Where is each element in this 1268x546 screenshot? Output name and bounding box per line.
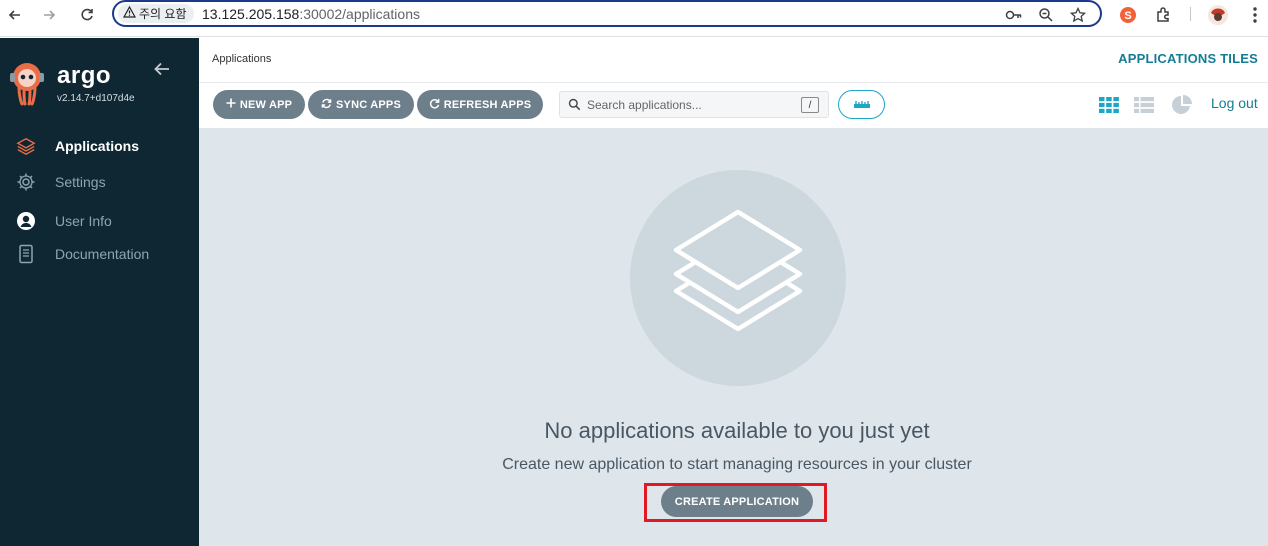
sidebar: argo v2.14.7+d107d4e Applications Settin… — [0, 38, 199, 546]
empty-state-panel: No applications available to you just ye… — [199, 128, 1268, 546]
tiles-view-icon[interactable] — [1097, 94, 1121, 116]
search-box: / — [559, 91, 829, 118]
browser-toolbar: 주의 요함 13.125.205.158:30002/applications … — [0, 0, 1268, 37]
empty-state-illustration — [630, 170, 846, 386]
empty-state-subtitle: Create new application to start managing… — [502, 456, 972, 473]
sync-apps-button[interactable]: SYNC APPS — [308, 90, 414, 119]
create-application-button[interactable]: CREATE APPLICATION — [661, 486, 813, 517]
layers-icon — [16, 136, 36, 156]
zoom-icon[interactable] — [1036, 5, 1056, 25]
sync-apps-label: SYNC APPS — [336, 98, 401, 111]
address-bar[interactable]: 주의 요함 13.125.205.158:30002/applications — [112, 0, 1102, 27]
sidebar-item-label: Applications — [55, 138, 140, 154]
search-input[interactable] — [587, 96, 797, 114]
svg-text:S: S — [1124, 10, 1131, 22]
new-app-button[interactable]: NEW APP — [213, 90, 305, 119]
gear-icon — [16, 172, 36, 192]
ruler-icon — [853, 96, 871, 114]
new-app-label: NEW APP — [239, 98, 293, 111]
breadcrumb[interactable]: Applications — [212, 53, 271, 65]
empty-state-title: No applications available to you just ye… — [544, 418, 930, 443]
sync-icon — [321, 98, 332, 112]
forward-icon[interactable] — [38, 4, 60, 26]
star-icon[interactable] — [1068, 5, 1088, 25]
page-header: Applications APPLICATIONS TILES — [199, 38, 1268, 83]
page-title: APPLICATIONS TILES — [1118, 51, 1258, 66]
search-shortcut-hint: / — [801, 97, 819, 113]
menu-icon[interactable] — [1244, 4, 1266, 26]
reload-icon[interactable] — [76, 4, 98, 26]
refresh-icon — [429, 98, 440, 112]
url-text[interactable]: 13.125.205.158:30002/applications — [202, 6, 420, 22]
sidebar-item-documentation[interactable]: Documentation — [0, 240, 199, 268]
security-chip[interactable]: 주의 요함 — [118, 4, 194, 23]
sidebar-item-settings[interactable]: Settings — [0, 168, 199, 196]
toolbar-divider — [1190, 7, 1191, 21]
search-icon — [568, 98, 581, 116]
security-label: 주의 요함 — [139, 7, 187, 21]
logout-link[interactable]: Log out — [1211, 95, 1258, 111]
user-icon — [16, 211, 36, 231]
list-view-icon[interactable] — [1132, 94, 1156, 116]
refresh-apps-button[interactable]: REFRESH APPS — [417, 90, 543, 119]
sidebar-item-label: User Info — [55, 213, 112, 229]
key-icon[interactable] — [1004, 5, 1024, 25]
sidebar-item-label: Settings — [55, 174, 106, 190]
plus-icon — [226, 98, 236, 111]
extension-icon[interactable]: S — [1117, 4, 1139, 26]
sidebar-item-user-info[interactable]: User Info — [0, 207, 199, 235]
warning-icon — [122, 5, 137, 21]
favorites-filter-button[interactable] — [838, 90, 885, 119]
back-icon[interactable] — [4, 4, 26, 26]
puzzle-icon[interactable] — [1153, 4, 1175, 26]
applications-toolbar: NEW APP SYNC APPS REFRESH APPS / Log out — [199, 84, 1268, 128]
sidebar-item-label: Documentation — [55, 246, 150, 262]
sidebar-item-applications[interactable]: Applications — [0, 132, 199, 160]
version-label: v2.14.7+d107d4e — [57, 93, 135, 104]
brand-name: argo — [57, 62, 112, 89]
argo-logo-icon[interactable] — [9, 60, 45, 106]
book-icon — [16, 244, 36, 264]
url-host: 13.125.205.158 — [202, 6, 300, 22]
profile-icon[interactable] — [1207, 4, 1229, 26]
summary-view-icon[interactable] — [1170, 94, 1194, 116]
refresh-apps-label: REFRESH APPS — [443, 98, 532, 111]
url-path: :30002/applications — [299, 6, 420, 22]
layers-icon — [673, 209, 803, 332]
collapse-sidebar-icon[interactable] — [153, 61, 171, 82]
